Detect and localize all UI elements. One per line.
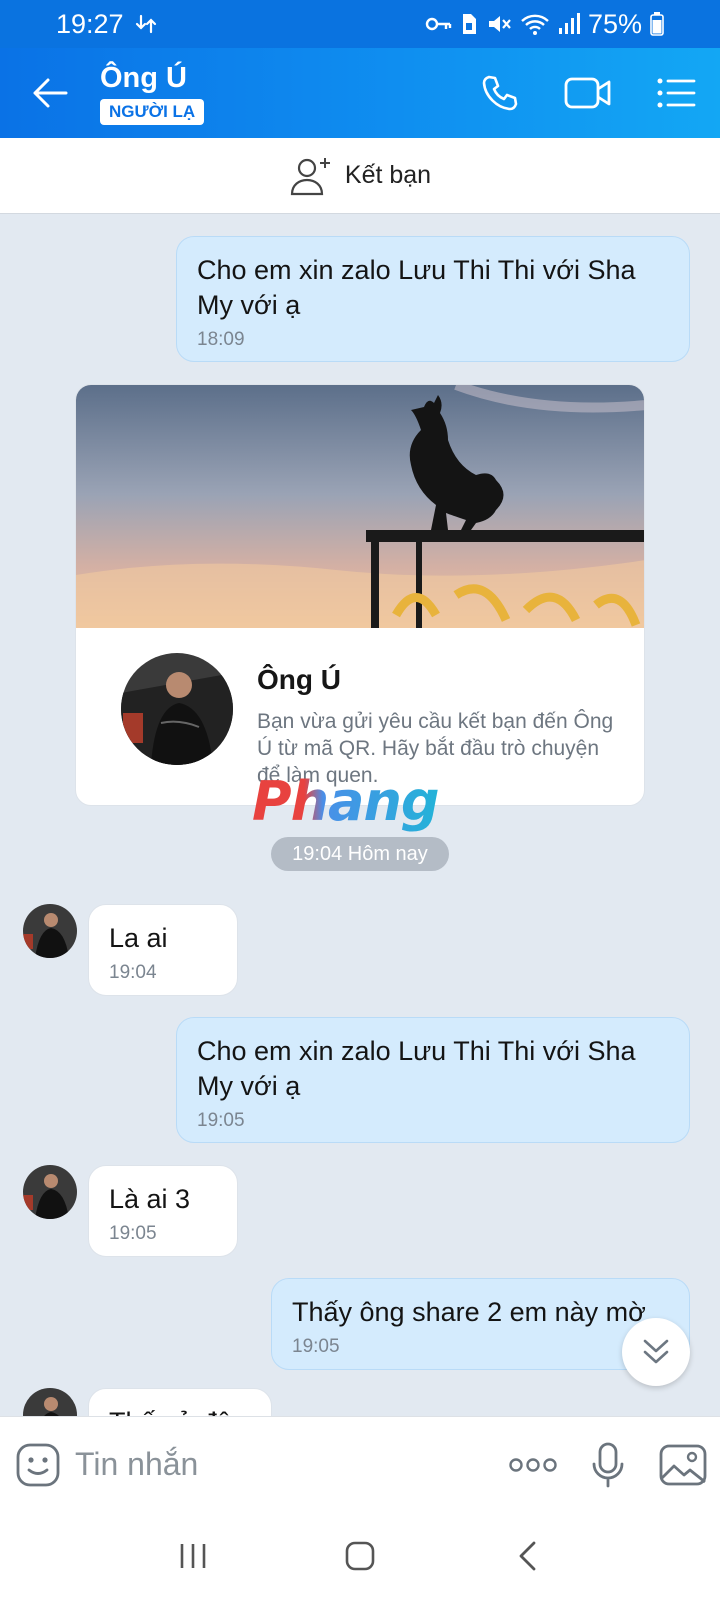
sim-icon	[460, 12, 478, 36]
wifi-icon	[520, 12, 550, 36]
chevron-left-icon	[519, 1541, 536, 1571]
message-text: Thấy ở đâu	[109, 1405, 251, 1416]
avatar[interactable]	[23, 1165, 77, 1219]
add-friend-label: Kết bạn	[344, 161, 432, 189]
microphone-icon	[592, 1442, 623, 1487]
message-time: 19:05	[109, 1223, 157, 1244]
message-time: 18:09	[197, 329, 245, 350]
contact-title[interactable]: Ông Ú NGƯỜI LẠ	[100, 61, 205, 125]
avatar[interactable]	[23, 1388, 77, 1416]
back-button[interactable]	[0, 48, 100, 138]
card-contact-name: Ông Ú	[257, 664, 341, 695]
add-friend-button[interactable]: Kết bạn	[0, 138, 720, 214]
message-text: Cho em xin zalo Lưu Thi Thi với Sha My v…	[197, 1036, 636, 1101]
avatar[interactable]	[23, 904, 77, 958]
message-bubble-received[interactable]: Thấy ở đâu	[88, 1388, 272, 1416]
status-bar: 19:27 75%	[0, 0, 720, 48]
message-text: La ai	[109, 923, 168, 953]
card-avatar	[121, 653, 233, 765]
watermark: Phang	[252, 770, 440, 833]
add-user-icon	[290, 157, 330, 195]
arrow-left-icon	[33, 78, 68, 108]
partial-message-row: Thấy ở đâu	[0, 1388, 720, 1416]
double-chevron-down-icon	[643, 1339, 669, 1364]
sticker-icon	[16, 1443, 59, 1486]
voice-record-button[interactable]	[570, 1417, 645, 1513]
image-icon	[659, 1444, 706, 1485]
status-time: 19:27	[56, 8, 124, 39]
message-bubble-received[interactable]: Là ai 3 19:05	[88, 1165, 238, 1257]
more-options-button[interactable]	[495, 1417, 570, 1513]
message-text: Là ai 3	[109, 1184, 191, 1214]
image-picker-button[interactable]	[645, 1417, 720, 1513]
list-menu-icon	[657, 78, 696, 108]
recent-apps-icon	[181, 1544, 206, 1568]
home-button[interactable]	[320, 1526, 400, 1586]
chat-header: Ông Ú NGƯỜI LẠ	[0, 48, 720, 138]
message-bubble-received[interactable]: La ai 19:04	[88, 904, 238, 996]
battery-percent: 75%	[587, 8, 642, 39]
cover-photo	[76, 385, 644, 628]
stranger-badge: NGƯỜI LẠ	[100, 99, 205, 125]
mute-icon	[486, 12, 512, 36]
more-horizontal-icon	[508, 1457, 557, 1472]
message-time: 19:04	[109, 962, 157, 983]
message-text: Thấy ông share 2 em này mờ	[292, 1297, 646, 1327]
voice-call-button[interactable]	[456, 48, 544, 138]
scroll-to-bottom-button[interactable]	[622, 1318, 690, 1386]
phone-icon	[482, 75, 518, 111]
message-bubble-sent[interactable]: Cho em xin zalo Lưu Thi Thi với Sha My v…	[176, 236, 690, 362]
composer-bar	[0, 1416, 720, 1512]
key-icon	[424, 13, 452, 35]
home-icon	[345, 1541, 375, 1571]
contact-name: Ông Ú	[100, 62, 187, 94]
message-time: 19:05	[292, 1336, 340, 1357]
menu-button[interactable]	[632, 48, 720, 138]
battery-icon	[650, 12, 664, 36]
data-transfer-icon	[134, 12, 158, 36]
system-back-button[interactable]	[487, 1526, 567, 1586]
video-call-button[interactable]	[544, 48, 632, 138]
recent-apps-button[interactable]	[153, 1526, 233, 1586]
date-separator: 19:04 Hôm nay	[271, 837, 449, 871]
sticker-button[interactable]	[0, 1417, 75, 1513]
message-time: 19:05	[197, 1110, 245, 1131]
signal-icon	[558, 13, 580, 35]
message-bubble-sent[interactable]: Cho em xin zalo Lưu Thi Thi với Sha My v…	[176, 1017, 690, 1143]
message-text: Cho em xin zalo Lưu Thi Thi với Sha My v…	[197, 255, 636, 320]
system-nav-bar	[0, 1512, 720, 1600]
profile-card[interactable]: Ông Ú Bạn vừa gửi yêu cầu kết bạn đến Ôn…	[75, 384, 645, 806]
message-input[interactable]	[75, 1434, 495, 1495]
video-camera-icon	[564, 77, 611, 109]
